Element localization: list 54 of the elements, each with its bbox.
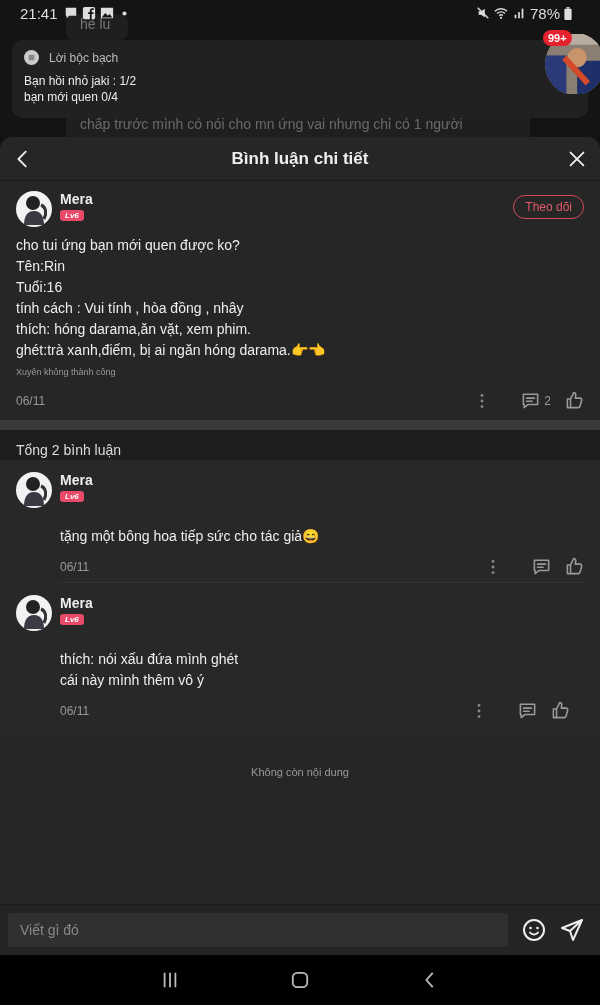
wifi-icon bbox=[493, 6, 508, 20]
notification-text: bạn mới quen 0/4 bbox=[24, 89, 119, 105]
user-name[interactable]: Mera bbox=[60, 191, 93, 207]
count-badge: 99+ bbox=[543, 30, 572, 46]
home-icon[interactable] bbox=[291, 971, 309, 989]
comment-text: thích: nói xấu đứa mình ghét bbox=[60, 650, 240, 669]
image-icon bbox=[99, 6, 114, 20]
battery-percent: 78% bbox=[529, 4, 560, 22]
status-time: 21:41 bbox=[20, 4, 58, 22]
avatar[interactable] bbox=[16, 191, 52, 227]
level-badge: Lv6 bbox=[60, 614, 84, 625]
comment-text: cho tui ứng bạn mới quen được ko? bbox=[16, 236, 241, 255]
comment-icon[interactable] bbox=[532, 557, 551, 576]
more-icon[interactable] bbox=[490, 558, 496, 575]
notification-text: Bạn hồi nhỏ jaki : 1/2 bbox=[24, 73, 138, 89]
comment-input[interactable]: Viết gì đó bbox=[8, 913, 508, 947]
like-icon[interactable] bbox=[565, 391, 584, 410]
like-icon[interactable] bbox=[565, 557, 584, 576]
comment-icon[interactable] bbox=[518, 701, 537, 720]
recents-icon[interactable] bbox=[161, 971, 179, 989]
user-name[interactable]: Mera bbox=[60, 472, 93, 488]
reply-count: 2 bbox=[544, 393, 551, 408]
app-icon bbox=[24, 50, 39, 65]
comment-date: 06/11 bbox=[60, 559, 90, 574]
comment-text: ghét:trà xanh,điếm, bị ai ngăn hóng darama.👉👈 bbox=[16, 341, 326, 360]
comment-text: thích: hóng darama,ăn vặt, xem phim. bbox=[16, 320, 252, 339]
battery-icon bbox=[564, 6, 572, 20]
level-badge: Lv6 bbox=[60, 491, 84, 502]
level-badge: Lv6 bbox=[60, 210, 84, 221]
comment-text: tính cách : Vui tính , hòa đồng , nhây bbox=[16, 299, 245, 318]
end-of-list-text: Không còn nội dung bbox=[250, 766, 350, 778]
sheet-title: Bình luận chi tiết bbox=[231, 148, 369, 169]
comment-date: 06/11 bbox=[16, 393, 46, 408]
facebook-icon bbox=[81, 6, 96, 20]
avatar[interactable] bbox=[16, 472, 52, 508]
comment-text: Tuổi:16 bbox=[16, 278, 64, 297]
comment-note: Xuyên không thành công bbox=[16, 367, 117, 377]
dot-icon bbox=[121, 10, 127, 16]
user-name[interactable]: Mera bbox=[60, 595, 93, 611]
comment-count: Tổng 2 bình luận bbox=[0, 420, 600, 460]
emoji-icon[interactable] bbox=[522, 918, 546, 942]
send-icon[interactable] bbox=[560, 918, 584, 942]
comment-icon[interactable] bbox=[521, 391, 541, 410]
comment-text: Tên:Rin bbox=[16, 257, 67, 276]
notification-title: Lời bộc bạch bbox=[49, 50, 119, 65]
more-icon[interactable] bbox=[479, 392, 486, 409]
comment-text: tặng một bông hoa tiếp sức cho tác giả😄 bbox=[60, 527, 321, 546]
comment-text: cái này mình thêm vô ý bbox=[60, 671, 205, 690]
mute-icon bbox=[475, 6, 490, 20]
comment-date: 06/11 bbox=[60, 703, 90, 718]
avatar[interactable] bbox=[16, 595, 52, 631]
like-icon[interactable] bbox=[551, 701, 570, 720]
chat-icon bbox=[63, 6, 78, 20]
more-icon[interactable] bbox=[476, 702, 482, 719]
